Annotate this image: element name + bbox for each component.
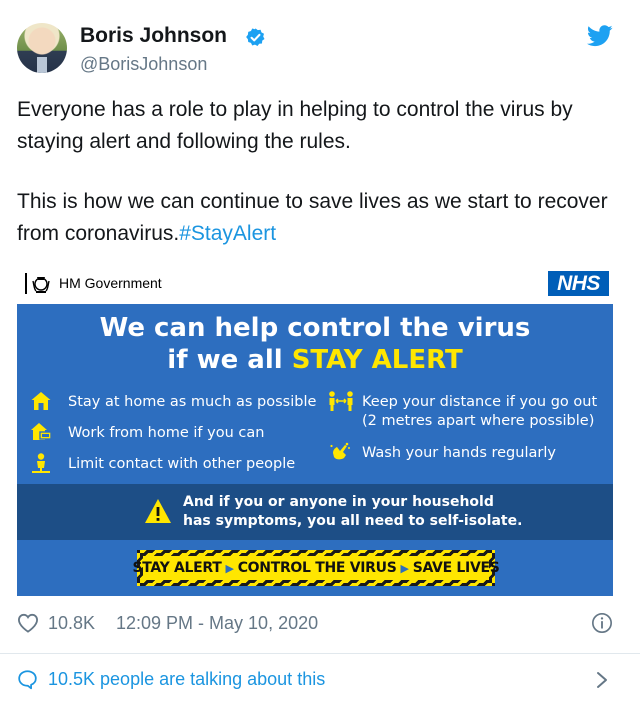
headline-prefix: if we all [167,345,292,375]
tweet-text-paragraph-1: Everyone has a role to play in helping t… [17,98,573,153]
conversation-text[interactable]: 10.5K people are talking about this [48,669,325,690]
tweet-text-paragraph-2: This is how we can continue to save live… [17,186,623,250]
heart-icon[interactable] [17,613,39,633]
headline-line-2: if we all STAY ALERT [17,344,613,376]
work-home-icon [31,423,52,440]
info-icon[interactable] [591,612,613,634]
warning-text: And if you or anyone in your household h… [183,493,522,531]
hand-wash-icon [330,442,350,460]
slogan-separator-icon: ▶ [400,561,409,575]
rule-keep-distance: Keep your distance if you go out (2 metr… [362,393,597,431]
author-handle[interactable]: @BorisJohnson [80,54,207,75]
author-name[interactable]: Boris Johnson [80,24,227,48]
tweet-text-body: This is how we can continue to save live… [17,190,608,245]
divider [0,653,640,654]
tweet-card: Boris Johnson @BorisJohnson Everyone has… [0,0,640,709]
rule-limit-contact: Limit contact with other people [68,456,296,472]
slogan-separator-icon: ▶ [225,561,234,575]
warning-icon [145,499,171,523]
house-icon [31,392,51,410]
headline-line-1: We can help control the virus [99,313,531,343]
twitter-bird-icon[interactable] [587,25,613,47]
distance-icon [329,391,353,411]
hashtag-link[interactable]: #StayAlert [179,222,276,245]
timestamp[interactable]: 12:09 PM - May 10, 2020 [116,613,318,634]
rule-work-home: Work from home if you can [68,425,265,441]
slogan-banner: STAY ALERT ▶ CONTROL THE VIRUS ▶ SAVE LI… [132,550,500,586]
rule-keep-distance-line-2: (2 metres apart where possible) [362,413,595,429]
rule-stay-home: Stay at home as much as possible [68,394,317,410]
warning-band: And if you or anyone in your household h… [17,484,613,540]
warning-line-1: And if you or anyone in your household [183,494,494,510]
gov-label: HM Government [59,275,162,291]
conversation-link[interactable]: 10.5K people are talking about this [17,667,623,693]
chevron-right-icon[interactable] [595,670,609,690]
rule-wash-hands: Wash your hands regularly [362,445,556,461]
like-count[interactable]: 10.8K [48,613,95,634]
verified-badge-icon [246,28,265,46]
avatar[interactable] [17,23,67,73]
nhs-logo: NHS [548,271,609,296]
slogan-part-2: CONTROL THE VIRUS [237,560,397,576]
tweet-image[interactable]: HM Government NHS We can help control th… [17,264,613,596]
slogan-part-3: SAVE LIVES [412,560,500,576]
warning-line-2: has symptoms, you all need to self-isola… [183,513,523,529]
divider [25,273,27,294]
tweet-meta: 10.8K 12:09 PM - May 10, 2020 [17,610,623,638]
speech-bubble-icon [18,670,37,690]
poster-headline: We can help control the virus if we all … [17,312,613,376]
slogan-part-1: STAY ALERT [132,560,222,576]
government-bar: HM Government NHS [17,264,613,304]
crest-icon [32,277,50,293]
rule-keep-distance-line-1: Keep your distance if you go out [362,394,598,410]
headline-emphasis: STAY ALERT [291,345,463,375]
slogan-text: STAY ALERT ▶ CONTROL THE VIRUS ▶ SAVE LI… [132,556,500,580]
person-icon [32,453,50,473]
poster-panel: We can help control the virus if we all … [17,304,613,596]
